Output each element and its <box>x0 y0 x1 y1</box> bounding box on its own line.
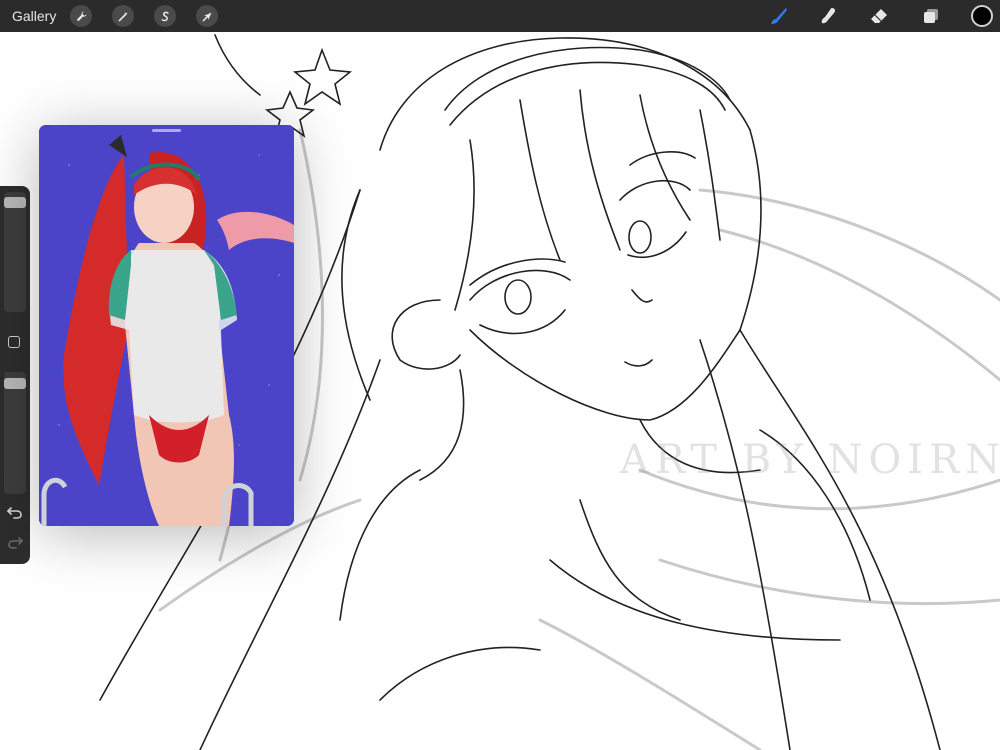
selection-s-icon <box>161 11 169 21</box>
watermark-text: ART BY NOIRNIB <box>620 437 1000 483</box>
gallery-button[interactable]: Gallery <box>12 8 56 24</box>
undo-arrow-icon[interactable] <box>6 504 24 520</box>
actions-button[interactable] <box>70 5 92 27</box>
reference-image-window[interactable] <box>39 125 294 526</box>
selection-button[interactable] <box>154 5 176 27</box>
smudge-finger-icon <box>821 8 836 24</box>
top-toolbar: Gallery <box>0 0 1000 32</box>
left-sidebar <box>0 186 30 564</box>
eraser-icon <box>871 9 887 23</box>
brush-icon <box>771 8 787 24</box>
modify-button[interactable] <box>8 336 20 348</box>
arrow-cursor-icon <box>202 11 212 21</box>
brush-size-thumb[interactable] <box>4 197 26 208</box>
color-picker-button[interactable] <box>971 5 993 27</box>
magic-wand-icon <box>118 11 128 21</box>
brush-size-slider[interactable] <box>4 192 26 312</box>
smudge-tool-button[interactable] <box>818 5 840 27</box>
brush-tool-button[interactable] <box>768 5 790 27</box>
eraser-tool-button[interactable] <box>868 5 890 27</box>
layers-icon <box>924 9 938 23</box>
wrench-icon <box>76 11 86 21</box>
redo-arrow-icon[interactable] <box>6 534 24 550</box>
opacity-thumb[interactable] <box>4 378 26 389</box>
layers-button[interactable] <box>920 5 942 27</box>
window-grab-handle[interactable] <box>152 129 181 132</box>
reference-illustration <box>39 125 294 526</box>
transform-button[interactable] <box>196 5 218 27</box>
adjustments-button[interactable] <box>112 5 134 27</box>
opacity-slider[interactable] <box>4 372 26 494</box>
